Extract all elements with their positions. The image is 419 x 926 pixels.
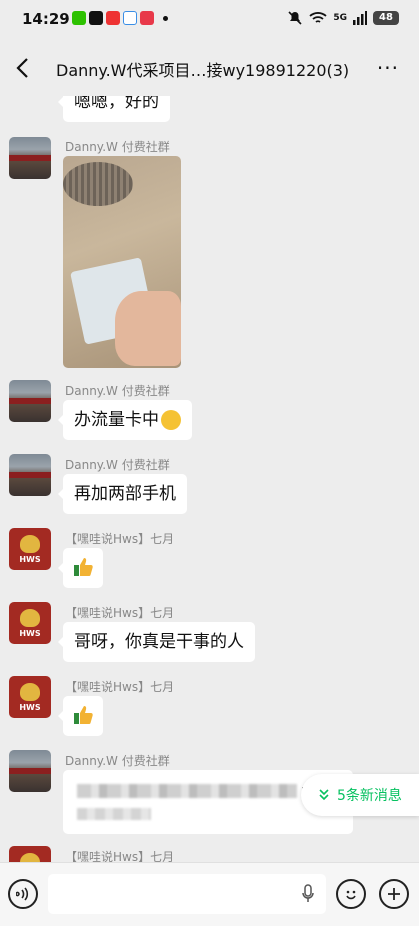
voice-input-icon[interactable]	[8, 879, 38, 909]
avatar-logo-text: HWS	[19, 554, 41, 564]
chat-title: Danny.W代采项目…接wy19891220(3)	[56, 61, 350, 80]
avatar[interactable]	[9, 137, 51, 179]
red-app-notification-icon	[106, 11, 120, 25]
tiktok-notification-icon	[89, 11, 103, 25]
wifi-icon	[309, 12, 327, 23]
sender-name: Danny.W 付费社群	[65, 140, 170, 154]
message-list[interactable]: 嗯嗯，好的 Danny.W 付费社群 Danny.W 付费社群 办流量卡中 Da…	[0, 96, 419, 862]
signal-icon	[353, 11, 367, 25]
image-message[interactable]	[63, 156, 181, 368]
avatar[interactable]: HWS	[9, 602, 51, 644]
avatar[interactable]: HWS	[9, 528, 51, 570]
avatar-logo-text: HWS	[19, 628, 41, 638]
sender-name: 【嘿哇说Hws】七月	[65, 850, 175, 862]
emoji-icon[interactable]	[336, 879, 366, 909]
more-notifications-dot	[163, 15, 168, 21]
avatar[interactable]: HWS	[9, 676, 51, 718]
message-text: 办流量卡中	[74, 410, 159, 430]
avatar[interactable]	[9, 750, 51, 792]
message-bubble[interactable]	[58, 548, 103, 588]
notification-icons	[72, 11, 168, 25]
network-type: 5G	[333, 13, 347, 23]
plus-icon[interactable]	[379, 879, 409, 909]
sender-name: 【嘿哇说Hws】七月	[65, 680, 175, 694]
sender-name: Danny.W 付费社群	[65, 384, 170, 398]
back-arrow-icon[interactable]	[12, 55, 36, 81]
thumbs-up-emoji-icon	[74, 706, 93, 724]
avatar[interactable]	[9, 380, 51, 422]
double-chevron-down-icon	[319, 789, 329, 801]
message-bubble[interactable]: 哥呀，你真是干事的人	[58, 622, 255, 662]
sender-name: Danny.W 付费社群	[65, 754, 170, 768]
message-bubble[interactable]: 再加两部手机	[58, 474, 187, 514]
message-bubble[interactable]	[58, 696, 103, 736]
message-bubble[interactable]: 嗯嗯，好的	[58, 96, 170, 122]
status-bar: 14:29 5G 48	[0, 0, 419, 40]
sender-name: Danny.W 付费社群	[65, 458, 170, 472]
mute-icon	[288, 11, 302, 25]
more-options-icon[interactable]: ···	[377, 56, 399, 80]
drooling-face-emoji-icon	[161, 410, 181, 430]
avatar[interactable]	[9, 454, 51, 496]
sender-name: 【嘿哇说Hws】七月	[65, 606, 175, 620]
message-bubble[interactable]: 办流量卡中	[58, 400, 192, 440]
status-right: 5G 48	[287, 10, 399, 26]
avatar-logo-text: HWS	[19, 702, 41, 712]
battery-icon: 48	[373, 11, 399, 25]
microphone-icon[interactable]	[302, 884, 314, 904]
avatar[interactable]: HWS	[9, 846, 51, 862]
status-time: 14:29	[22, 10, 70, 28]
sender-name: 【嘿哇说Hws】七月	[65, 532, 175, 546]
new-messages-label: 5条新消息	[337, 788, 402, 804]
input-bar	[0, 862, 419, 926]
browser-notification-icon	[123, 11, 137, 25]
message-input[interactable]	[48, 874, 326, 914]
chat-header: Danny.W代采项目…接wy19891220(3) ···	[0, 40, 419, 96]
wechat-notification-icon	[72, 11, 86, 25]
new-messages-button[interactable]: 5条新消息	[301, 774, 419, 816]
thumbs-up-emoji-icon	[74, 558, 93, 576]
music-notification-icon	[140, 11, 154, 25]
